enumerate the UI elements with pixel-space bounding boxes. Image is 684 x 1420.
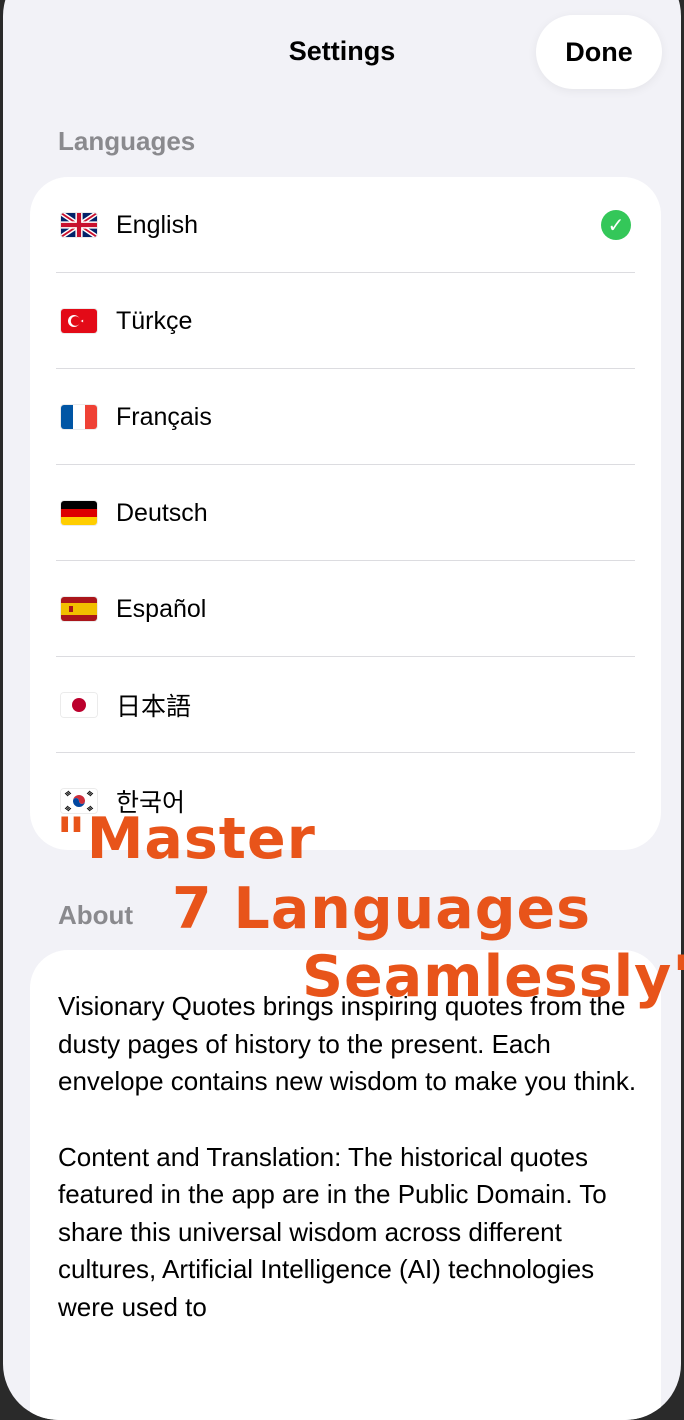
language-label: Français (116, 402, 212, 431)
language-row-japanese[interactable]: 日本語 (30, 657, 661, 753)
turkey-flag-icon (61, 309, 97, 333)
languages-list: English ✓ Türkçe Français Deutsch Españo… (30, 177, 661, 850)
about-text: Visionary Quotes brings inspiring quotes… (58, 988, 638, 1326)
language-row-english[interactable]: English ✓ (30, 177, 661, 273)
promo-line-3: Seamlessly" (302, 944, 684, 1010)
spain-flag-icon (61, 597, 97, 621)
languages-section-header: Languages (58, 126, 196, 156)
france-flag-icon (61, 405, 97, 429)
language-row-espanol[interactable]: Español (30, 561, 661, 657)
language-label: Türkçe (116, 306, 193, 335)
language-label: 日本語 (116, 693, 192, 721)
germany-flag-icon (61, 501, 97, 525)
language-row-francais[interactable]: Français (30, 369, 661, 465)
language-label: English (116, 210, 198, 239)
checkmark-icon: ✓ (601, 210, 631, 240)
about-section-header: About (58, 900, 134, 930)
promo-line-2: 7 Languages (172, 876, 592, 942)
about-paragraph: Content and Translation: The historical … (58, 1141, 607, 1322)
done-button[interactable]: Done (536, 15, 662, 89)
language-row-turkce[interactable]: Türkçe (30, 273, 661, 369)
uk-flag-icon (61, 213, 97, 237)
language-label: Deutsch (116, 498, 208, 527)
language-row-deutsch[interactable]: Deutsch (30, 465, 661, 561)
settings-sheet: Settings Done Languages English ✓ Türkçe… (3, 0, 681, 1420)
language-label: Español (116, 594, 207, 623)
japan-flag-icon (61, 693, 97, 717)
promo-line-1: "Master (56, 806, 316, 872)
about-card: Visionary Quotes brings inspiring quotes… (30, 950, 661, 1420)
